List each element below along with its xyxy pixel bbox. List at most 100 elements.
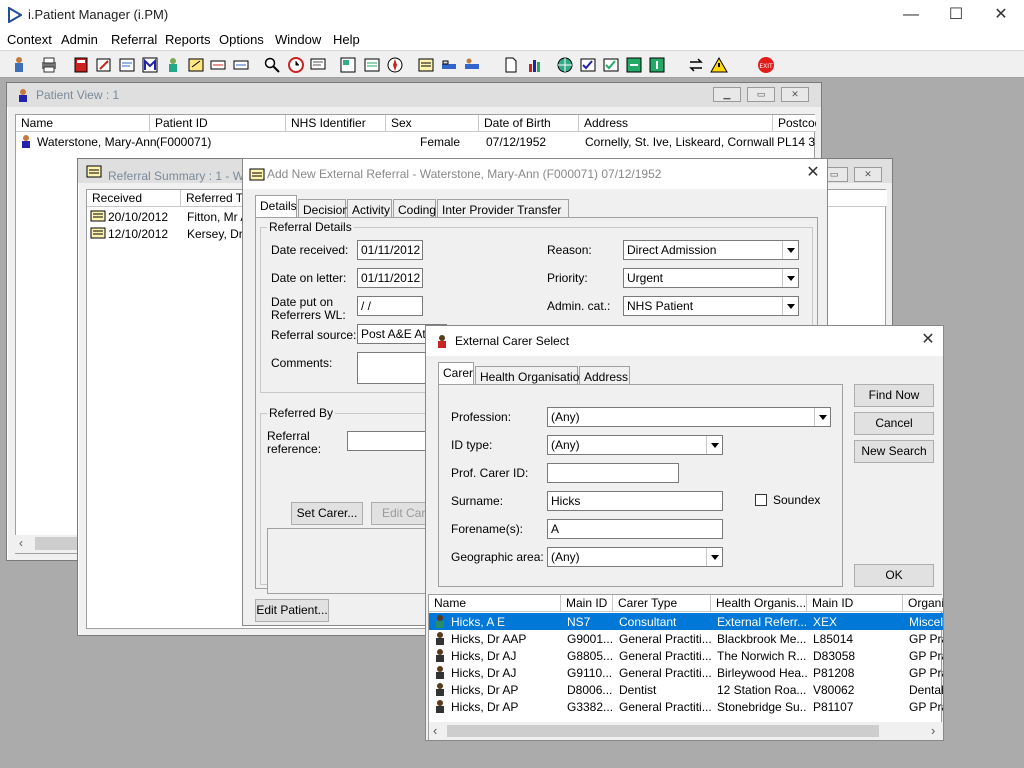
toolbar-letter-icon[interactable] [416, 55, 436, 75]
close-button[interactable]: ✕ [854, 167, 882, 182]
set-carer-button[interactable]: Set Carer... [291, 502, 363, 525]
edit-patient-button[interactable]: Edit Patient... [255, 599, 329, 622]
maximize-button[interactable]: ☐ [933, 3, 979, 27]
toolbar-warning-icon[interactable] [709, 55, 729, 75]
toolbar-compass-icon[interactable] [385, 55, 405, 75]
col-dob[interactable]: Date of Birth [479, 115, 579, 132]
toolbar-note-icon[interactable] [186, 55, 206, 75]
chevron-down-icon[interactable] [814, 408, 830, 426]
col-carer-type[interactable]: Carer Type [613, 595, 711, 612]
toolbar-globe-icon[interactable] [555, 55, 575, 75]
date-on-letter-field[interactable]: 01/11/2012 [357, 268, 423, 288]
col-nhs-identifier[interactable]: NHS Identifier [286, 115, 386, 132]
minimize-button[interactable]: — [888, 3, 934, 27]
toolbar-ticket2-icon[interactable] [231, 55, 251, 75]
menu-window[interactable]: Window [275, 32, 321, 47]
toolbar-printer-icon[interactable] [39, 55, 59, 75]
scroll-right-icon[interactable]: › [931, 723, 935, 738]
surname-field[interactable]: Hicks [547, 491, 723, 511]
new-search-button[interactable]: New Search [854, 440, 934, 463]
reason-select[interactable]: Direct Admission [623, 240, 799, 260]
table-row[interactable]: Hicks, A E NS7 Consultant External Referr..… [429, 613, 943, 630]
chevron-down-icon[interactable] [706, 436, 722, 454]
tab-carer[interactable]: Carer [438, 362, 474, 386]
menu-reports[interactable]: Reports [165, 32, 211, 47]
table-row[interactable]: Hicks, Dr AP G3382... General Practiti... S… [429, 698, 943, 715]
scroll-left-icon[interactable]: ‹ [19, 536, 23, 550]
scrollbar-thumb[interactable] [35, 537, 81, 550]
col-postcode[interactable]: Postcod [773, 115, 816, 132]
tab-decision[interactable]: Decision [298, 199, 349, 219]
toolbar-page-icon[interactable] [501, 55, 521, 75]
table-row[interactable]: Hicks, Dr AAP G9001... General Practiti...… [429, 630, 943, 647]
toolbar-checklist2-icon[interactable] [601, 55, 621, 75]
close-button[interactable]: ✕ [799, 161, 827, 185]
toolbar-transfer2-icon[interactable] [647, 55, 667, 75]
close-button[interactable]: ✕ [978, 3, 1024, 27]
find-now-button[interactable]: Find Now [854, 384, 934, 407]
restore-button[interactable]: ▭ [747, 87, 775, 102]
menu-admin[interactable]: Admin [61, 32, 98, 47]
toolbar-doctor-icon[interactable] [163, 55, 183, 75]
toolbar-document-icon[interactable] [362, 55, 382, 75]
col-sex[interactable]: Sex [386, 115, 479, 132]
ok-button[interactable]: OK [854, 564, 934, 587]
toolbar-list-icon[interactable] [338, 55, 358, 75]
prof-carer-id-field[interactable] [547, 463, 679, 483]
toolbar-bed2-icon[interactable] [462, 55, 482, 75]
date-received-field[interactable]: 01/11/2012 [357, 240, 423, 260]
toolbar-ticket-icon[interactable] [208, 55, 228, 75]
chevron-down-icon[interactable] [782, 297, 798, 315]
chevron-down-icon[interactable] [706, 548, 722, 566]
col-address[interactable]: Address [579, 115, 773, 132]
toolbar-screen-icon[interactable] [308, 55, 328, 75]
chevron-down-icon[interactable] [782, 241, 798, 259]
chevron-down-icon[interactable] [782, 269, 798, 287]
table-row[interactable]: Hicks, Dr AJ G9110... General Practiti... B… [429, 664, 943, 681]
col-org-main-id[interactable]: Main ID [807, 595, 903, 612]
col-org-type[interactable]: Organi [903, 595, 943, 612]
toolbar-book-icon[interactable] [71, 55, 91, 75]
close-button[interactable]: ✕ [781, 87, 809, 102]
col-patient-id[interactable]: Patient ID [150, 115, 286, 132]
toolbar-swap-icon[interactable] [686, 55, 706, 75]
horizontal-scrollbar[interactable]: ‹ › [429, 722, 943, 740]
toolbar-clock-icon[interactable] [286, 55, 306, 75]
col-name[interactable]: Name [16, 115, 150, 132]
scrollbar-thumb[interactable] [447, 725, 879, 737]
scroll-left-button[interactable] [16, 568, 36, 584]
tab-health-organisation[interactable]: Health Organisation [475, 366, 586, 386]
admin-cat-select[interactable]: NHS Patient [623, 296, 799, 316]
cancel-button[interactable]: Cancel [854, 412, 934, 435]
profession-select[interactable]: (Any) [547, 407, 831, 427]
priority-select[interactable]: Urgent [623, 268, 799, 288]
id-type-select[interactable]: (Any) [547, 435, 723, 455]
toolbar-edit-icon[interactable] [94, 55, 114, 75]
toolbar-exit-icon[interactable]: EXIT [756, 55, 776, 75]
toolbar-checklist-icon[interactable] [578, 55, 598, 75]
close-button[interactable]: ✕ [914, 328, 942, 352]
toolbar-bed-icon[interactable] [439, 55, 459, 75]
col-main-id[interactable]: Main ID [561, 595, 613, 612]
soundex-checkbox[interactable] [755, 494, 767, 506]
table-row[interactable]: Waterstone, Mary-Ann (F000071) Female 07… [16, 133, 816, 150]
scroll-left-icon[interactable]: ‹ [433, 723, 437, 738]
table-row[interactable]: Hicks, Dr AJ G8805... General Practiti... T… [429, 647, 943, 664]
geographic-area-select[interactable]: (Any) [547, 547, 723, 567]
toolbar-m-icon[interactable] [140, 55, 160, 75]
toolbar-chart-icon[interactable] [525, 55, 545, 75]
menu-help[interactable]: Help [333, 32, 360, 47]
col-received[interactable]: Received [87, 190, 181, 207]
horizontal-scrollbar[interactable]: ‹ [15, 535, 83, 553]
toolbar-search-icon[interactable] [262, 55, 282, 75]
col-health-organisation[interactable]: Health Organis... [711, 595, 807, 612]
tab-details[interactable]: Details [255, 195, 297, 219]
tab-inter-provider-transfer[interactable]: Inter Provider Transfer [437, 199, 569, 219]
menu-context[interactable]: Context [7, 32, 52, 47]
tab-address[interactable]: Address [579, 366, 630, 386]
toolbar-transfer-icon[interactable] [624, 55, 644, 75]
tab-activity[interactable]: Activity [347, 199, 392, 219]
toolbar-form-icon[interactable] [117, 55, 137, 75]
menu-referral[interactable]: Referral [111, 32, 157, 47]
forenames-field[interactable]: A [547, 519, 723, 539]
